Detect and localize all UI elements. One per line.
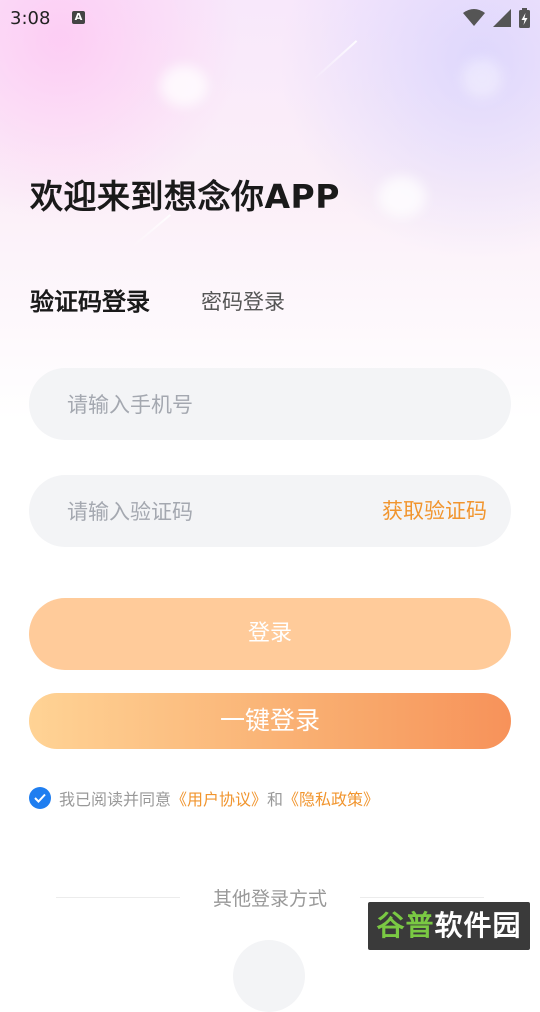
tab-password-login[interactable]: 密码登录 xyxy=(201,286,285,316)
tab-sms-code-login[interactable]: 验证码登录 xyxy=(30,282,150,317)
verification-code-input[interactable] xyxy=(65,475,369,549)
user-agreement-link[interactable]: 《用户协议》 xyxy=(171,786,267,810)
bokeh-light xyxy=(462,58,502,98)
light-streak xyxy=(311,40,358,82)
watermark-part1: 谷普 xyxy=(376,909,435,942)
get-code-button[interactable]: 获取验证码 xyxy=(382,475,487,547)
agreement-row: 我已阅读并同意 《用户协议》 和 《隐私政策》 xyxy=(29,786,379,810)
status-time: 3:08 xyxy=(10,8,51,29)
agreement-connector: 和 xyxy=(267,790,284,809)
checkmark-icon xyxy=(34,793,46,803)
one-key-login-button[interactable]: 一键登录 xyxy=(29,693,511,749)
watermark-text: 谷普软件园 xyxy=(368,902,530,950)
bokeh-light xyxy=(160,65,208,107)
battery-charging-icon xyxy=(519,8,530,28)
agreement-prefix: 我已阅读并同意 xyxy=(59,790,172,809)
light-streak xyxy=(131,214,171,248)
phone-field xyxy=(29,368,511,442)
signal-icon xyxy=(493,9,511,27)
watermark-part2: 软件园 xyxy=(434,909,522,942)
privacy-policy-link[interactable]: 《隐私政策》 xyxy=(283,786,379,810)
wifi-icon xyxy=(463,9,485,26)
watermark-logo: 谷普软件园 xyxy=(368,902,530,950)
welcome-title: 欢迎来到想念你APP xyxy=(30,177,340,216)
status-bar: 3:08 A xyxy=(0,0,540,36)
phone-input[interactable] xyxy=(65,368,369,442)
accessibility-a-icon: A xyxy=(72,11,85,24)
code-field: 获取验证码 xyxy=(29,475,511,549)
bokeh-light xyxy=(378,176,426,218)
login-button[interactable]: 登录 xyxy=(29,598,511,670)
alternative-login-icon[interactable] xyxy=(233,940,305,1012)
status-icons xyxy=(463,8,530,28)
agreement-checkbox[interactable] xyxy=(29,787,51,809)
